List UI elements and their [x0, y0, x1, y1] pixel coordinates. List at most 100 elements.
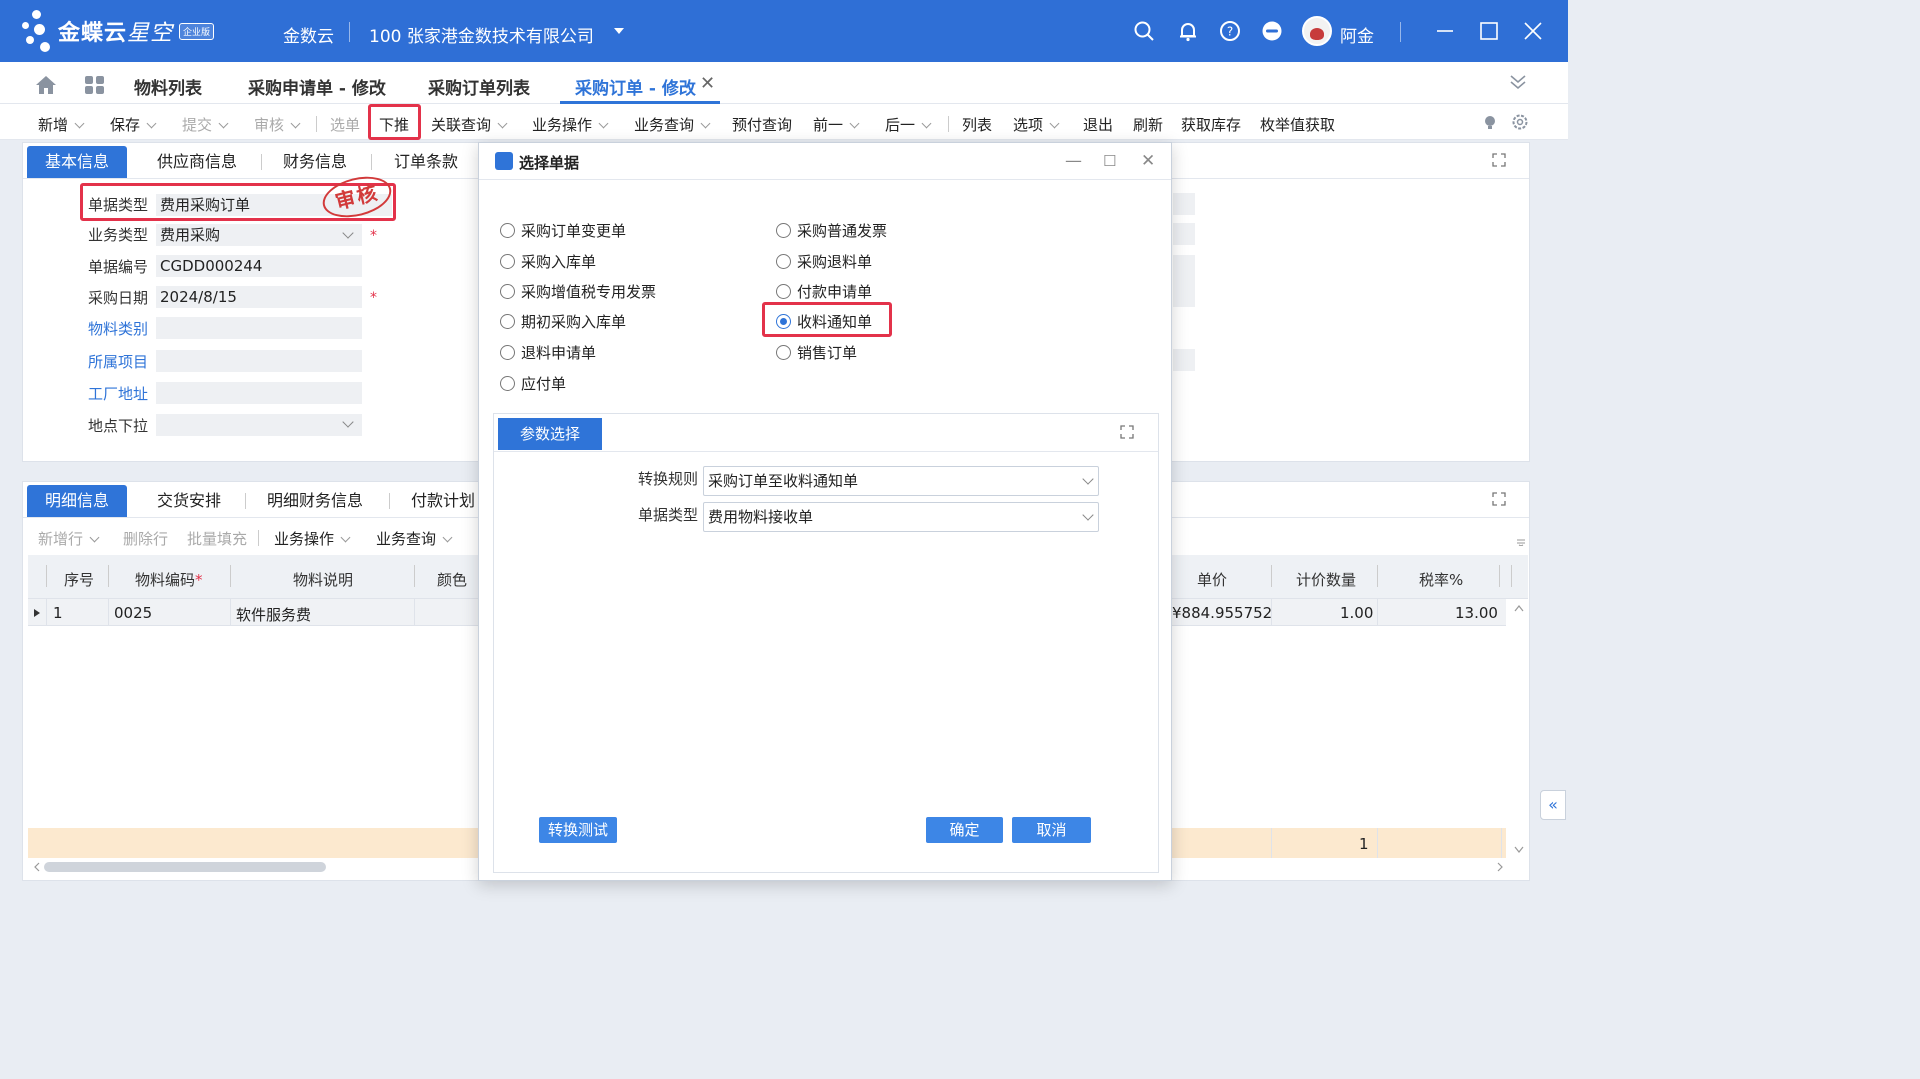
option-vat-invoice[interactable]: 采购增值税专用发票: [500, 281, 656, 302]
option-sales-order[interactable]: 销售订单: [776, 342, 857, 363]
tab-finance-info[interactable]: 财务信息: [265, 146, 365, 178]
location-select[interactable]: [156, 414, 362, 436]
scroll-down-icon[interactable]: [1514, 846, 1524, 854]
brand-name: 金蝶云星空: [58, 21, 174, 46]
tab-basic-info[interactable]: 基本信息: [27, 146, 128, 178]
option-payable[interactable]: 应付单: [500, 373, 566, 394]
select-bill-button[interactable]: 选单: [330, 114, 360, 135]
expand-icon[interactable]: [1492, 492, 1506, 506]
tab-order-terms[interactable]: 订单条款: [376, 146, 476, 178]
add-row-button[interactable]: 新增行: [38, 528, 100, 549]
option-purchase-return[interactable]: 采购退料单: [776, 251, 872, 272]
tab-purchase-request-edit[interactable]: 采购申请单 - 修改: [248, 74, 386, 99]
detail-business-operation-button[interactable]: 业务操作: [274, 528, 351, 549]
search-icon[interactable]: [1133, 20, 1155, 42]
option-payment-request[interactable]: 付款申请单: [776, 281, 872, 302]
project-field[interactable]: [156, 350, 362, 372]
enum-fetch-button[interactable]: 枚举值获取: [1260, 114, 1335, 135]
column-price-qty[interactable]: 计价数量: [1296, 569, 1356, 590]
user-name[interactable]: 阿金: [1340, 22, 1374, 47]
tab-delivery[interactable]: 交货安排: [139, 485, 239, 517]
company-selector[interactable]: 100 张家港金数技术有限公司: [369, 22, 594, 47]
scroll-up-icon[interactable]: [1514, 604, 1524, 612]
bell-icon[interactable]: [1177, 20, 1199, 42]
business-query-button[interactable]: 业务查询: [634, 114, 711, 135]
factory-address-field[interactable]: [156, 382, 362, 404]
material-category-field[interactable]: [156, 317, 362, 339]
batch-fill-button[interactable]: 批量填充: [187, 528, 247, 549]
param-tab[interactable]: 参数选择: [498, 418, 602, 450]
option-general-invoice[interactable]: 采购普通发票: [776, 220, 887, 241]
tab-supplier-info[interactable]: 供应商信息: [139, 146, 255, 178]
detail-business-query-button[interactable]: 业务查询: [376, 528, 453, 549]
column-tax-rate[interactable]: 税率%: [1419, 569, 1463, 590]
conversion-test-button[interactable]: 转换测试: [539, 817, 617, 843]
option-purchase-receipt[interactable]: 采购入库单: [500, 251, 596, 272]
next-button[interactable]: 后一: [885, 114, 932, 135]
chevron-down-icon[interactable]: [612, 24, 626, 38]
purchase-date-field[interactable]: 2024/8/15: [156, 286, 362, 308]
collapse-chevron-icon[interactable]: [1508, 72, 1528, 92]
tab-detail-info[interactable]: 明细信息: [27, 485, 128, 517]
delete-row-button[interactable]: 删除行: [123, 528, 168, 549]
lightbulb-icon[interactable]: [1481, 113, 1499, 131]
horizontal-scrollbar[interactable]: [44, 862, 326, 872]
conversion-rule-select[interactable]: 采购订单至收料通知单: [703, 466, 1099, 496]
scroll-left-icon[interactable]: [33, 862, 41, 872]
help-icon[interactable]: ?: [1219, 20, 1241, 42]
close-icon[interactable]: [1522, 20, 1544, 42]
gear-icon[interactable]: [1511, 113, 1529, 131]
column-material-desc[interactable]: 物料说明: [293, 569, 353, 590]
tab-material-list[interactable]: 物料列表: [134, 74, 202, 99]
dialog-minimize-icon[interactable]: —: [1065, 151, 1082, 171]
exit-button[interactable]: 退出: [1083, 114, 1113, 135]
menu-icon[interactable]: [1516, 538, 1526, 546]
column-color[interactable]: 颜色: [437, 569, 467, 590]
business-operation-button[interactable]: 业务操作: [532, 114, 609, 135]
tab-purchase-order-edit[interactable]: 采购订单 - 修改: [575, 74, 696, 99]
new-button[interactable]: 新增: [38, 114, 85, 135]
logo-icon: [22, 10, 56, 52]
business-type-select[interactable]: 费用采购: [156, 224, 362, 246]
product-name[interactable]: 金数云: [283, 22, 334, 47]
refresh-button[interactable]: 刷新: [1133, 114, 1163, 135]
expand-icon[interactable]: [1492, 153, 1506, 167]
tab-close-icon[interactable]: ✕: [700, 73, 715, 94]
column-material-code[interactable]: 物料编码*: [135, 569, 203, 590]
audit-button[interactable]: 审核: [254, 114, 301, 135]
options-button[interactable]: 选项: [1013, 114, 1060, 135]
tab-detail-finance[interactable]: 明细财务信息: [249, 485, 381, 517]
side-collapse-button[interactable]: «: [1540, 790, 1566, 820]
maximize-icon[interactable]: [1478, 20, 1500, 42]
option-po-change[interactable]: 采购订单变更单: [500, 220, 626, 241]
option-initial-receipt[interactable]: 期初采购入库单: [500, 311, 626, 332]
expand-icon[interactable]: [1120, 425, 1134, 439]
related-query-button[interactable]: 关联查询: [431, 114, 508, 135]
save-button[interactable]: 保存: [110, 114, 157, 135]
minimize-icon[interactable]: [1434, 20, 1456, 42]
prepay-query-button[interactable]: 预付查询: [732, 114, 792, 135]
get-inventory-button[interactable]: 获取库存: [1181, 114, 1241, 135]
column-unit-price[interactable]: 单价: [1197, 569, 1227, 590]
field-placeholder: [1173, 223, 1195, 245]
home-icon[interactable]: [35, 75, 57, 95]
submit-button[interactable]: 提交: [182, 114, 229, 135]
tab-purchase-order-list[interactable]: 采购订单列表: [428, 74, 530, 99]
avatar[interactable]: [1302, 16, 1332, 46]
cancel-button[interactable]: 取消: [1012, 817, 1091, 843]
bill-type-select[interactable]: 费用物料接收单: [703, 502, 1099, 532]
dialog-maximize-icon[interactable]: ☐: [1103, 152, 1116, 170]
field-label-factory-address[interactable]: 工厂地址: [88, 383, 148, 404]
ok-button[interactable]: 确定: [926, 817, 1003, 843]
bill-number-field[interactable]: CGDD000244: [156, 255, 362, 277]
previous-button[interactable]: 前一: [813, 114, 860, 135]
dialog-close-icon[interactable]: ✕: [1141, 151, 1155, 171]
column-seq[interactable]: 序号: [64, 569, 94, 590]
field-label-project[interactable]: 所属项目: [88, 351, 148, 372]
field-label-material-category[interactable]: 物料类别: [88, 318, 148, 339]
toggle-icon[interactable]: [1261, 20, 1283, 42]
scroll-right-icon[interactable]: [1496, 862, 1504, 872]
option-return-request[interactable]: 退料申请单: [500, 342, 596, 363]
list-button[interactable]: 列表: [962, 114, 992, 135]
apps-grid-icon[interactable]: [84, 75, 106, 95]
